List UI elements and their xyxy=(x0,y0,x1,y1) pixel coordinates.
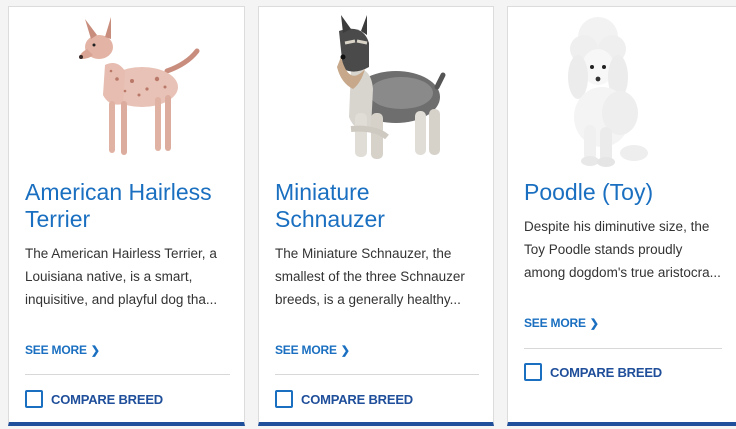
see-more-link[interactable]: SEE MORE ❯ xyxy=(275,343,350,357)
american-hairless-terrier-image xyxy=(78,17,199,155)
chevron-right-icon: ❯ xyxy=(589,317,599,330)
see-more-link[interactable]: SEE MORE ❯ xyxy=(524,316,599,330)
see-more-link[interactable]: SEE MORE ❯ xyxy=(25,343,100,357)
see-more-label: SEE MORE xyxy=(25,343,87,357)
breed-card: American Hairless Terrier The American H… xyxy=(8,6,245,426)
breed-card: Poodle (Toy) Despite his diminutive size… xyxy=(507,6,736,426)
chevron-right-icon: ❯ xyxy=(90,344,100,357)
compare-label: COMPARE BREED xyxy=(301,391,414,407)
compare-checkbox[interactable] xyxy=(25,390,43,408)
compare-label: COMPARE BREED xyxy=(550,364,663,380)
compare-checkbox[interactable] xyxy=(524,363,542,381)
breed-name-link[interactable]: Miniature Schnauzer xyxy=(275,179,481,233)
breed-description: Despite his diminutive size, the Toy Poo… xyxy=(524,219,721,280)
breed-photo[interactable] xyxy=(508,7,736,167)
compare-breed-toggle[interactable]: COMPARE BREED xyxy=(25,390,163,408)
compare-checkbox[interactable] xyxy=(275,390,293,408)
breed-card: Miniature Schnauzer The Miniature Schnau… xyxy=(258,6,494,426)
breed-photo[interactable] xyxy=(259,7,493,167)
chevron-right-icon: ❯ xyxy=(340,344,350,357)
miniature-schnauzer-image xyxy=(337,15,446,159)
breed-name-link[interactable]: American Hairless Terrier xyxy=(25,179,232,233)
compare-breed-toggle[interactable]: COMPARE BREED xyxy=(275,390,413,408)
breed-card-list: American Hairless Terrier The American H… xyxy=(0,0,736,429)
divider xyxy=(524,348,722,349)
compare-label: COMPARE BREED xyxy=(51,391,164,407)
breed-description: The American Hairless Terrier, a Louisia… xyxy=(25,246,218,307)
see-more-label: SEE MORE xyxy=(275,343,337,357)
divider xyxy=(275,374,479,375)
compare-breed-toggle[interactable]: COMPARE BREED xyxy=(524,363,662,381)
divider xyxy=(25,374,230,375)
breed-description: The Miniature Schnauzer, the smallest of… xyxy=(275,246,465,307)
see-more-label: SEE MORE xyxy=(524,316,586,330)
toy-poodle-image xyxy=(568,17,648,167)
breed-name-link[interactable]: Poodle (Toy) xyxy=(524,179,724,206)
breed-photo[interactable] xyxy=(9,7,244,167)
